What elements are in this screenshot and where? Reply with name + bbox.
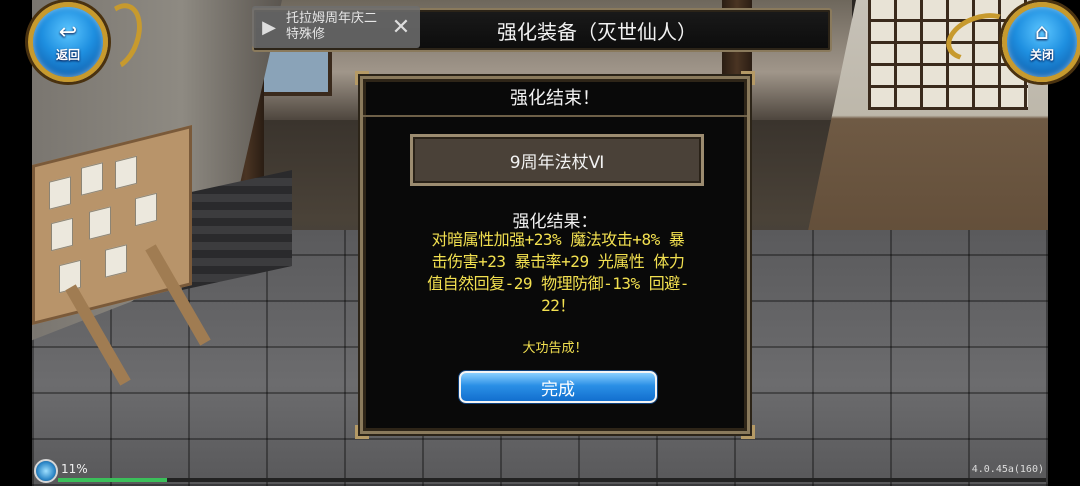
back-label: 返回 — [55, 47, 80, 62]
board-note — [89, 206, 111, 240]
close-label: 关闭 — [1029, 47, 1054, 62]
return-arrow-icon: ↩ — [58, 19, 78, 45]
board-note — [135, 192, 157, 227]
progress-fill — [58, 478, 167, 482]
left-letterbox — [0, 0, 32, 486]
close-button[interactable]: ⌂ 关闭 — [1002, 2, 1080, 82]
item-name: 9周年法杖Ⅵ — [509, 152, 605, 173]
ad-text[interactable]: 托拉姆周年庆二特殊修 — [286, 11, 386, 43]
result-line: 对暗属性加强+23% 魔法攻击+8% 暴 — [431, 230, 685, 249]
result-line: 击伤害+23 暴击率+29 光属性 体力 — [431, 252, 685, 271]
result-text: 对暗属性加强+23% 魔法攻击+8% 暴 击伤害+23 暴击率+29 光属性 体… — [383, 229, 733, 317]
ad-banner[interactable]: ▶ 托拉姆周年庆二特殊修 ✕ — [252, 6, 420, 48]
play-icon[interactable]: ▶ — [252, 17, 286, 38]
board-note — [51, 217, 73, 252]
progress-bar — [58, 478, 1046, 482]
dialog-header: 强化结束！ — [363, 79, 747, 117]
status-icon — [34, 459, 58, 483]
back-button[interactable]: ↩ 返回 — [28, 2, 108, 82]
item-name-box: 9周年法杖Ⅵ — [410, 134, 704, 186]
enhance-result-dialog: 强化结束！ 9周年法杖Ⅵ 强化结果： 对暗属性加强+23% 魔法攻击+8% 暴 … — [355, 71, 755, 439]
board-note — [81, 162, 103, 196]
frame-corner — [741, 425, 755, 439]
result-line: 22！ — [541, 296, 575, 315]
success-text: 大功告成！ — [522, 341, 588, 356]
ad-close-button[interactable]: ✕ — [386, 15, 416, 40]
result-line: 值自然回复-29 物理防御-13% 回避- — [427, 274, 689, 293]
board-note — [105, 244, 127, 278]
board-note — [115, 155, 137, 190]
home-icon: ⌂ — [1035, 19, 1049, 45]
page-title: 强化装备（灭世仙人） — [497, 19, 697, 44]
status-percent: 11% — [61, 462, 88, 476]
frame-corner — [355, 425, 369, 439]
done-button[interactable]: 完成 — [459, 371, 657, 403]
version-label: 4.0.45a(160) — [971, 464, 1044, 475]
board-note — [49, 176, 71, 210]
